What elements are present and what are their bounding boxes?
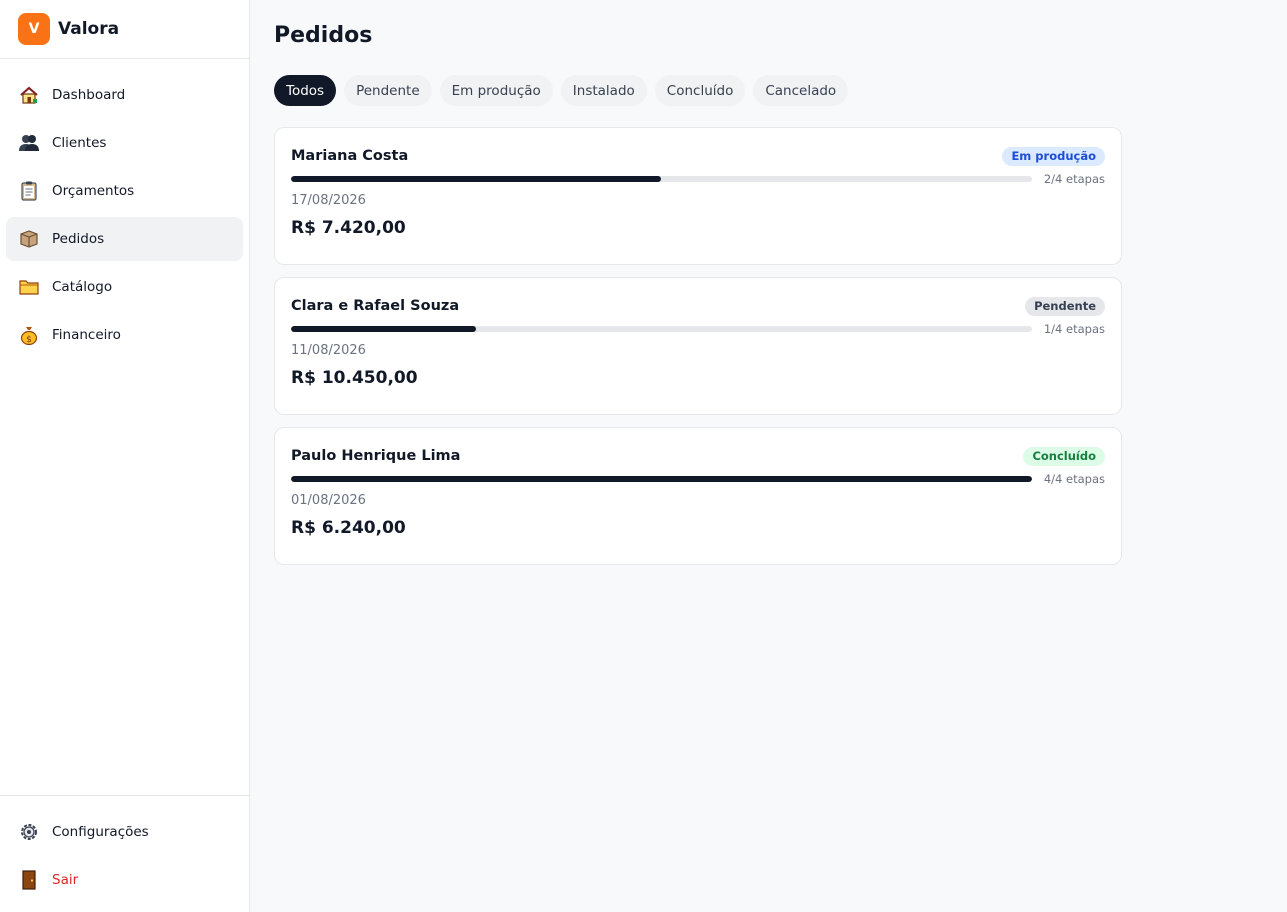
sidebar-item-label: Pedidos: [52, 231, 105, 247]
package-icon: [18, 228, 40, 250]
order-card[interactable]: Paulo Henrique Lima Concluído 4/4 etapas…: [274, 427, 1122, 565]
sidebar-item-catalogo[interactable]: Catálogo: [6, 265, 243, 309]
sidebar-item-dashboard[interactable]: Dashboard: [6, 73, 243, 117]
page-title: Pedidos: [274, 23, 373, 48]
status-badge: Concluído: [1023, 446, 1105, 466]
progress-bar: [291, 326, 1032, 332]
sidebar-item-label: Catálogo: [52, 279, 113, 295]
tab-em-producao[interactable]: Em produção: [439, 75, 553, 106]
brand-logo: V: [18, 13, 50, 45]
tab-cancelado[interactable]: Cancelado: [753, 75, 849, 106]
brand[interactable]: V Valora: [0, 0, 249, 59]
tab-instalado[interactable]: Instalado: [560, 75, 647, 106]
door-icon: [18, 869, 40, 891]
steps-label: 2/4 etapas: [1043, 172, 1105, 186]
sidebar-item-label: Dashboard: [52, 87, 126, 103]
tab-pendente[interactable]: Pendente: [344, 75, 432, 106]
sidebar-item-pedidos[interactable]: Pedidos: [6, 217, 243, 261]
order-date: 17/08/2026: [291, 193, 366, 208]
status-badge: Em produção: [1002, 146, 1105, 166]
order-value: R$ 10.450,00: [291, 368, 418, 388]
status-badge: Pendente: [1025, 296, 1105, 316]
sidebar-nav: Dashboard Clientes Orçamentos Pedidos Ca…: [0, 59, 249, 357]
order-value: R$ 7.420,00: [291, 218, 406, 238]
sidebar-item-label: Configurações: [52, 824, 149, 840]
progress-fill: [291, 476, 1032, 482]
sidebar-item-label: Orçamentos: [52, 183, 135, 199]
status-filter-tabs: Todos Pendente Em produção Instalado Con…: [274, 75, 1263, 106]
order-card[interactable]: Clara e Rafael Souza Pendente 1/4 etapas…: [274, 277, 1122, 415]
order-value: R$ 6.240,00: [291, 518, 406, 538]
sidebar: V Valora Dashboard Clientes Orçamentos P…: [0, 0, 250, 912]
folder-icon: [18, 276, 40, 298]
sidebar-item-financeiro[interactable]: $ Financeiro: [6, 313, 243, 357]
progress-bar: [291, 476, 1032, 482]
clipboard-icon: [18, 180, 40, 202]
tab-todos[interactable]: Todos: [274, 75, 337, 106]
house-icon: [18, 84, 40, 106]
sidebar-item-label: Financeiro: [52, 327, 121, 343]
svg-text:$: $: [26, 335, 32, 345]
brand-name: Valora: [58, 19, 120, 39]
progress-bar: [291, 176, 1032, 182]
sidebar-footer: Configurações Sair: [0, 795, 249, 912]
sidebar-item-orcamentos[interactable]: Orçamentos: [6, 169, 243, 213]
sidebar-item-clientes[interactable]: Clientes: [6, 121, 243, 165]
order-card[interactable]: Mariana Costa Em produção 2/4 etapas 17/…: [274, 127, 1122, 265]
client-name: Clara e Rafael Souza: [291, 298, 460, 314]
sidebar-item-configuracoes[interactable]: Configurações: [6, 810, 243, 854]
order-date: 11/08/2026: [291, 343, 366, 358]
sidebar-item-label: Clientes: [52, 135, 107, 151]
steps-label: 4/4 etapas: [1043, 472, 1105, 486]
order-date: 01/08/2026: [291, 493, 366, 508]
tab-concluido[interactable]: Concluído: [654, 75, 746, 106]
money-bag-icon: $: [18, 324, 40, 346]
gear-icon: [18, 821, 40, 843]
sidebar-item-label: Sair: [52, 872, 79, 888]
sidebar-item-sair[interactable]: Sair: [6, 858, 243, 902]
client-name: Paulo Henrique Lima: [291, 448, 461, 464]
order-list: Mariana Costa Em produção 2/4 etapas 17/…: [274, 127, 1122, 565]
main-content: Pedidos Todos Pendente Em produção Insta…: [250, 0, 1287, 912]
progress-fill: [291, 326, 477, 332]
progress-fill: [291, 176, 662, 182]
steps-label: 1/4 etapas: [1043, 322, 1105, 336]
users-icon: [18, 132, 40, 154]
client-name: Mariana Costa: [291, 148, 409, 164]
